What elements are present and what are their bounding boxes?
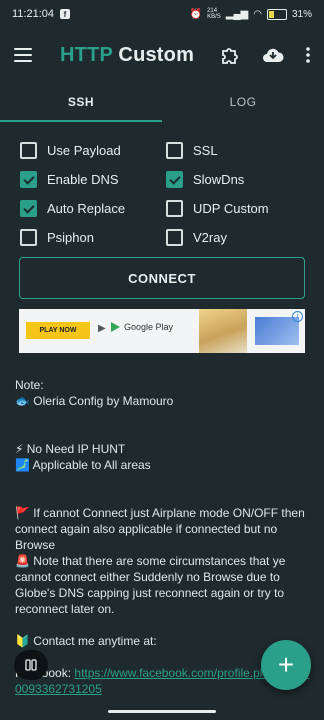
battery-icon [266,8,287,20]
status-left: 11:21:04 f [12,8,71,20]
floating-overlay-button[interactable] [14,650,48,680]
checkbox-ssl[interactable] [166,141,183,159]
app-bar: HTTP Custom [0,28,324,82]
note-ip-hunt-line: ⚡ No Need IP HUNT [15,442,126,456]
more-vert-icon[interactable] [306,47,310,63]
tab-log[interactable]: LOG [162,82,324,122]
network-speed: 214 KB/S [207,8,221,20]
checkbox-enable-dns[interactable] [20,170,37,188]
ad-info-icon[interactable]: i [292,311,303,322]
note-config-line: 🐟 Oleria Config by Mamouro [15,394,174,408]
option-label: Auto Replace [47,200,126,216]
ad-play-now-button[interactable]: PLAY NOW [26,322,90,339]
cloud-download-icon[interactable] [262,46,284,64]
option-udp-custom[interactable]: UDP Custom [166,198,310,218]
ad-store-label: Google Play [124,322,174,332]
checkbox-slowdns[interactable] [166,170,183,188]
ad-banner[interactable]: PLAY NOW ▶ Google Play i [19,309,305,353]
wifi-icon: ◠ [253,8,262,20]
option-label: Enable DNS [47,171,119,187]
ad-google-play-badge: Google Play [111,322,173,332]
overlay-icon [25,659,37,671]
connect-button[interactable]: CONNECT [19,257,305,299]
tab-ssh[interactable]: SSH [0,82,162,122]
facebook-notification-icon: f [60,9,71,19]
app-actions [220,45,310,65]
note-heading: Note: [15,378,44,392]
alarm-icon: ⏰ [189,8,203,20]
option-auto-replace[interactable]: Auto Replace [20,198,166,218]
app-title-custom: Custom [118,43,195,66]
option-v2ray[interactable]: V2ray [166,227,310,247]
option-label: Use Payload [47,142,121,158]
status-time: 11:21:04 [12,8,55,20]
options-grid: Use Payload SSL Enable DNS SlowDns Auto … [20,140,310,247]
option-ssl[interactable]: SSL [166,140,310,160]
menu-icon[interactable] [14,48,32,62]
checkbox-psiphon[interactable] [20,228,37,246]
google-play-icon [111,322,120,332]
note-dns-capping-line: 🚨 Note that there are some circumstances… [15,554,286,616]
checkbox-auto-replace[interactable] [20,199,37,217]
ad-arrow-icon: ▶ [98,323,106,334]
option-slowdns[interactable]: SlowDns [166,169,310,189]
note-areas-line: 🗾 Applicable to All areas [15,458,151,472]
ad-character-image [199,309,247,353]
puzzle-icon[interactable] [220,45,240,65]
checkbox-udp-custom[interactable] [166,199,183,217]
app-title: HTTP Custom [60,44,194,67]
status-bar: 11:21:04 f ⏰ 214 KB/S ▂▄▆ ◠ 31% [0,0,324,28]
add-fab-button[interactable]: + [261,640,311,690]
option-label: SlowDns [193,171,245,187]
signal-icon: ▂▄▆ [225,8,249,20]
ad-game-logo [255,317,299,345]
option-enable-dns[interactable]: Enable DNS [20,169,166,189]
option-use-payload[interactable]: Use Payload [20,140,166,160]
option-label: V2ray [193,229,227,245]
tab-bar: SSH LOG [0,82,324,122]
note-airplane-line: 🚩 If cannot Connect just Airplane mode O… [15,506,305,552]
option-label: Psiphon [47,229,94,245]
battery-percent: 31% [291,8,312,20]
plus-icon: + [277,649,295,680]
app-title-http: HTTP [60,43,113,66]
option-label: UDP Custom [193,200,269,216]
battery-fill [268,10,274,18]
option-label: SSL [193,142,218,158]
checkbox-use-payload[interactable] [20,141,37,159]
status-right: ⏰ 214 KB/S ▂▄▆ ◠ 31% [190,8,312,20]
option-psiphon[interactable]: Psiphon [20,227,166,247]
checkbox-v2ray[interactable] [166,228,183,246]
gesture-nav-bar[interactable] [108,710,216,713]
